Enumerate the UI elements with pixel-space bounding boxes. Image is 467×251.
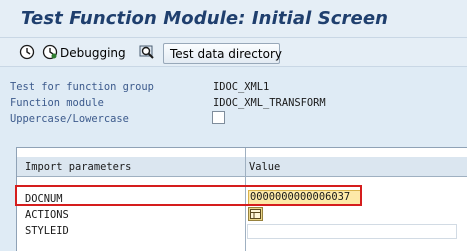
styleid-value-field[interactable] (247, 224, 457, 239)
label-function-module: Function module (10, 97, 104, 109)
test-data-directory-button[interactable]: Test data directory (163, 43, 282, 64)
debugging-button[interactable]: Debugging (60, 46, 126, 60)
label-uppercase-lowercase: Uppercase/Lowercase (10, 113, 129, 125)
window-title: Test Function Module: Initial Screen (21, 8, 389, 29)
import-parameters-header: Import parameters (25, 161, 132, 173)
param-styleid: STYLEID (25, 225, 69, 237)
value-header: Value (249, 161, 281, 173)
title-bar: Test Function Module: Initial Screen (0, 0, 467, 38)
table-icon[interactable] (248, 207, 263, 221)
value-function-group: IDOC_XML1 (213, 81, 270, 93)
search-icon[interactable] (139, 44, 155, 60)
param-actions: ACTIONS (25, 209, 69, 221)
clock-debug-icon[interactable] (42, 44, 58, 60)
label-function-group: Test for function group (10, 81, 154, 93)
clock-execute-icon[interactable] (19, 44, 35, 60)
uppercase-lowercase-checkbox[interactable] (212, 111, 225, 124)
docnum-highlight-annotation (15, 185, 362, 206)
test-data-directory-label: Test data directory (170, 47, 282, 61)
value-function-module: IDOC_XML_TRANSFORM (213, 97, 326, 109)
application-toolbar: Debugging Test data directory (0, 38, 467, 67)
